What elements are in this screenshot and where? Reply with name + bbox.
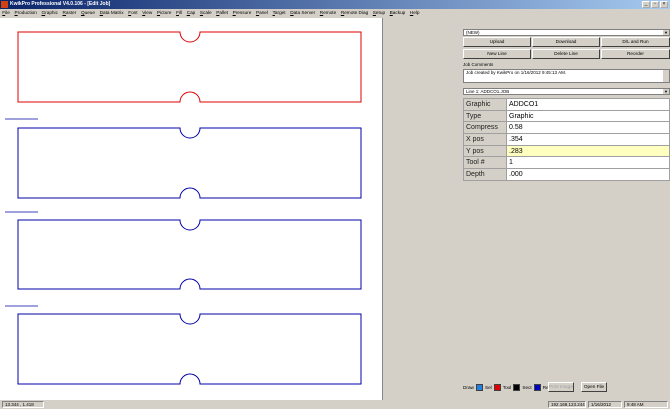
job-outline-2 [17,127,362,199]
drawing-area [0,18,460,400]
download-button[interactable]: Download [532,37,600,47]
job-comments-text: Job created by KwikPro on 1/16/2012 9:45… [466,70,567,75]
canvas-drawing [5,31,362,385]
property-key: Graphic [463,98,507,111]
window-title: KwikPro Professional V4.0.106 - [Edit Jo… [10,1,111,7]
menu-item-setup[interactable]: Setup [370,9,387,17]
property-value[interactable]: 1 [506,156,670,170]
line-select-dropdown[interactable]: Line 1: ADDCO1.JOB ▼ [463,88,670,95]
job-select-dropdown[interactable]: (NEW) ▼ [463,29,670,36]
app-icon [1,1,8,8]
property-value[interactable]: .000 [506,168,670,181]
menu-item-queue[interactable]: Queue [79,9,98,17]
line-select-value: Line 1: ADDCO1.JOB [466,89,510,94]
property-value[interactable]: .354 [506,133,670,146]
menu-item-remote[interactable]: Remote [318,9,339,17]
open-file-button[interactable]: Open File [581,382,607,392]
cursor-coordinates: 13.344 , 1.418 [2,401,44,408]
dropdown-arrow-icon[interactable]: ▼ [663,30,669,35]
sect-color-swatch[interactable] [533,383,541,391]
menu-item-data-server[interactable]: Data Server [288,9,318,17]
minimize-icon[interactable]: _ [642,1,650,8]
job-outline-3 [17,219,362,290]
property-row: Graphic ADDCO1 [463,98,670,111]
job-canvas[interactable] [0,18,383,400]
job-outline-4 [17,313,362,385]
status-time: 9:48 AM [624,401,668,408]
new-line-button[interactable]: New Line [463,49,531,59]
property-key: X pos [463,133,507,146]
legend-draw-label: Draw [463,384,474,390]
line-properties-table: Graphic ADDCO1 Type Graphic Compress 0.58 X po… [463,98,670,181]
menu-item-raster[interactable]: Raster [60,9,78,17]
comments-scrollbar[interactable] [663,70,669,82]
menu-item-pressure[interactable]: Pressure [230,9,253,17]
menu-item-remote-diag[interactable]: Remote Diag [339,9,371,17]
property-row: Y pos .283 [463,144,670,158]
job-select-value: (NEW) [466,30,480,35]
menu-item-help[interactable]: Help [408,9,422,17]
reorder-button[interactable]: Reorder [601,49,670,59]
menu-bar: File Production Graphic Raster Queue Data Mat… [0,9,670,17]
property-value[interactable]: 0.58 [506,121,670,135]
menu-item-production[interactable]: Production [12,9,39,17]
window-controls: _ ▫ × [642,1,668,8]
job-editor-panel: (NEW) ▼ Upload Download D/L and Run New … [461,18,670,400]
print-image-button[interactable]: Print Image [548,382,574,392]
property-value[interactable]: .283 [506,144,670,158]
menu-item-fill[interactable]: Fill [174,9,185,17]
delete-line-button[interactable]: Delete Line [532,49,600,59]
menu-item-target[interactable]: Target [270,9,288,17]
draw-color-swatch[interactable] [475,383,483,391]
menu-item-scale[interactable]: Scale [198,9,214,17]
status-bar: 13.344 , 1.418 192.168.123.244 1/16/2012… [0,400,670,409]
menu-item-file[interactable]: File [0,9,12,17]
legend-sel-label: Sel [484,384,492,390]
property-value[interactable]: Graphic [506,109,670,123]
color-legend: Draw Sel Tool Sect Ret [463,382,560,392]
menu-item-data-matrix[interactable]: Data Matrix [97,9,126,17]
job-comments-field[interactable]: Job created by KwikPro on 1/16/2012 9:45… [463,69,670,83]
property-key: Compress [463,121,507,135]
menu-item-backup[interactable]: Backup [387,9,407,17]
sel-color-swatch[interactable] [493,383,501,391]
job-comments-label: Job Comments [463,62,494,67]
legend-tool-label: Tool [502,384,512,390]
restore-icon[interactable]: ▫ [651,1,659,8]
download-and-run-button[interactable]: D/L and Run [601,37,670,47]
menu-item-pallet[interactable]: Pallet [214,9,230,17]
legend-sect-label: Sect [522,384,532,390]
menu-item-graphic[interactable]: Graphic [39,9,60,17]
title-bar: KwikPro Professional V4.0.106 - [Edit Jo… [0,0,670,9]
property-value[interactable]: ADDCO1 [506,98,670,111]
tool-color-swatch[interactable] [513,383,521,391]
menu-item-picture[interactable]: Picture [155,9,174,17]
property-row: X pos .354 [463,133,670,146]
property-key: Depth [463,168,507,181]
menu-item-cap[interactable]: Cap [184,9,197,17]
status-ip-address: 192.168.123.244 [548,401,586,408]
close-icon[interactable]: × [660,1,668,8]
menu-item-font[interactable]: Font [126,9,140,17]
property-row: Type Graphic [463,109,670,123]
property-key: Type [463,109,507,123]
dropdown-arrow-icon[interactable]: ▼ [663,89,669,94]
status-date: 1/16/2012 [588,401,622,408]
property-row: Tool #1 [463,156,670,170]
property-row: Depth .000 [463,168,670,181]
menu-item-view[interactable]: View [140,9,155,17]
upload-button[interactable]: Upload [463,37,531,47]
property-row: Compress 0.58 [463,121,670,135]
property-key: Y pos [463,144,507,158]
property-key: Tool # [463,156,507,170]
menu-item-panel[interactable]: Panel [254,9,271,17]
job-outline-1-selected [17,31,362,103]
